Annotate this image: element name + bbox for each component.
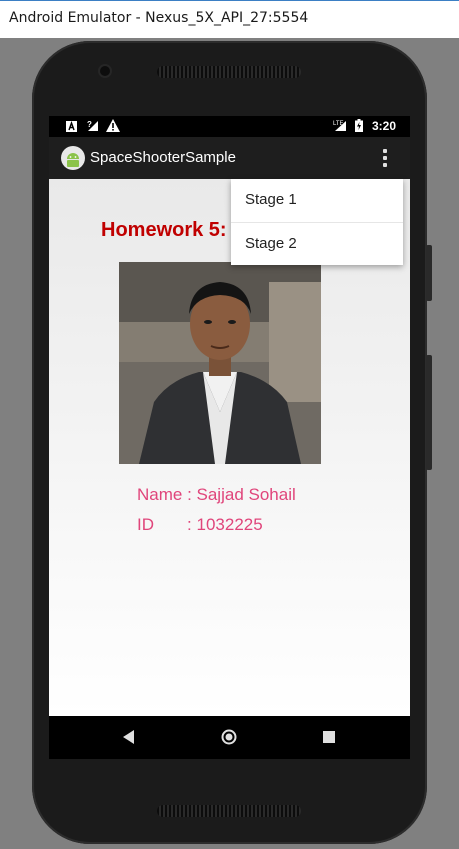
a-notification-icon — [66, 119, 77, 137]
page-heading: Homework 5: — [101, 219, 227, 241]
app-title: SpaceShooterSample — [90, 149, 236, 166]
menu-item-stage-2[interactable]: Stage 2 — [231, 222, 403, 264]
no-signal-icon: ? — [87, 119, 99, 137]
svg-text:LTE: LTE — [333, 121, 344, 127]
power-button[interactable] — [426, 245, 432, 301]
navigation-bar — [49, 716, 410, 759]
app-bar: SpaceShooterSample — [49, 137, 410, 179]
emulator-title: Android Emulator - Nexus_5X_API_27:5554 — [9, 10, 309, 26]
menu-item-stage-1[interactable]: Stage 1 — [231, 179, 403, 221]
emulator-titlebar: Android Emulator - Nexus_5X_API_27:5554 — [0, 0, 459, 38]
bottom-speaker — [157, 805, 301, 817]
status-time: 3:20 — [371, 119, 396, 133]
svg-text:?: ? — [87, 120, 92, 129]
device-screen: ? LTE 3:20 SpaceShooterSample Homework 5… — [49, 116, 410, 759]
lte-off-icon: LTE — [333, 119, 347, 137]
top-speaker — [157, 66, 301, 78]
warning-icon — [106, 119, 120, 137]
profile-photo — [119, 262, 321, 464]
overflow-menu: Stage 1 Stage 2 — [231, 179, 403, 265]
recents-icon[interactable] — [323, 730, 335, 748]
front-camera — [100, 66, 110, 76]
volume-button[interactable] — [426, 355, 432, 470]
id-text: ID : 1032225 — [137, 515, 263, 534]
status-bar: ? LTE 3:20 — [49, 116, 410, 137]
back-icon[interactable] — [123, 730, 135, 749]
home-icon[interactable] — [221, 729, 237, 750]
android-icon — [61, 146, 85, 170]
name-text: Name : Sajjad Sohail — [137, 485, 296, 504]
battery-charging-icon — [355, 119, 363, 137]
overflow-menu-icon[interactable] — [375, 147, 395, 171]
